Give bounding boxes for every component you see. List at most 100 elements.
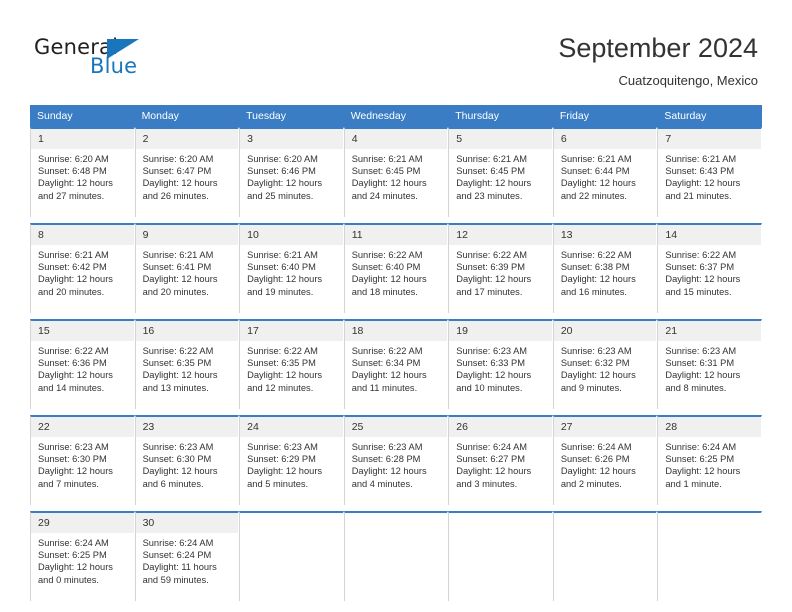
day-info: Sunrise: 6:22 AM Sunset: 6:34 PM Daylight:… bbox=[345, 341, 448, 394]
day-cell[interactable]: 6 Sunrise: 6:21 AM Sunset: 6:44 PM Daylight… bbox=[552, 127, 658, 217]
daylight-text-line2: and 13 minutes. bbox=[142, 382, 209, 393]
daylight-text-line1: Daylight: 12 hours bbox=[38, 370, 113, 381]
calendar-cell: 12 Sunrise: 6:22 AM Sunset: 6:39 PM Dayligh… bbox=[448, 223, 553, 313]
page-title: September 2024 bbox=[558, 33, 758, 63]
day-info: Sunrise: 6:21 AM Sunset: 6:45 PM Daylight:… bbox=[449, 149, 552, 202]
calendar-cell-empty bbox=[657, 511, 762, 601]
sunset-text: Sunset: 6:29 PM bbox=[247, 454, 316, 465]
sunset-text: Sunset: 6:32 PM bbox=[560, 358, 630, 369]
day-info: Sunrise: 6:23 AM Sunset: 6:28 PM Daylight:… bbox=[345, 437, 448, 490]
day-cell[interactable]: 13 Sunrise: 6:22 AM Sunset: 6:38 PM Dayligh… bbox=[552, 223, 658, 313]
daylight-text-line2: and 3 minutes. bbox=[456, 478, 518, 489]
day-info: Sunrise: 6:20 AM Sunset: 6:48 PM Daylight:… bbox=[31, 149, 134, 202]
sunrise-text: Sunrise: 6:21 AM bbox=[560, 154, 632, 164]
calendar-week-row: 8 Sunrise: 6:21 AM Sunset: 6:42 PM Daylight… bbox=[30, 223, 762, 313]
calendar-cell: 26 Sunrise: 6:24 AM Sunset: 6:27 PM Dayligh… bbox=[448, 415, 553, 505]
calendar-cell: 14 Sunrise: 6:22 AM Sunset: 6:37 PM Dayligh… bbox=[657, 223, 762, 313]
sunrise-text: Sunrise: 6:22 AM bbox=[351, 346, 423, 356]
day-number: 25 bbox=[344, 417, 448, 437]
day-info: Sunrise: 6:23 AM Sunset: 6:30 PM Daylight:… bbox=[31, 437, 134, 490]
day-cell[interactable]: 26 Sunrise: 6:24 AM Sunset: 6:27 PM Dayligh… bbox=[448, 415, 553, 505]
day-number: 10 bbox=[240, 225, 343, 245]
day-cell[interactable]: 3 Sunrise: 6:20 AM Sunset: 6:46 PM Daylight… bbox=[239, 127, 344, 217]
calendar-cell: 18 Sunrise: 6:22 AM Sunset: 6:34 PM Dayligh… bbox=[343, 319, 449, 409]
daylight-text-line1: Daylight: 12 hours bbox=[665, 370, 741, 381]
daylight-text-line2: and 25 minutes. bbox=[247, 190, 314, 201]
calendar-cell: 10 Sunrise: 6:21 AM Sunset: 6:40 PM Dayligh… bbox=[239, 223, 344, 313]
daylight-text-line1: Daylight: 12 hours bbox=[456, 178, 532, 189]
calendar-cell: 29 Sunrise: 6:24 AM Sunset: 6:25 PM Dayligh… bbox=[30, 511, 135, 601]
sunset-text: Sunset: 6:43 PM bbox=[665, 166, 735, 177]
sunset-text: Sunset: 6:47 PM bbox=[142, 166, 212, 177]
calendar-body: 1 Sunrise: 6:20 AM Sunset: 6:48 PM Daylight… bbox=[30, 127, 762, 601]
day-cell[interactable]: 17 Sunrise: 6:22 AM Sunset: 6:35 PM Dayligh… bbox=[239, 319, 344, 409]
calendar-cell: 8 Sunrise: 6:21 AM Sunset: 6:42 PM Daylight… bbox=[30, 223, 135, 313]
daylight-text-line2: and 23 minutes. bbox=[456, 190, 523, 201]
day-info: Sunrise: 6:21 AM Sunset: 6:44 PM Daylight:… bbox=[554, 149, 657, 202]
daylight-text-line2: and 14 minutes. bbox=[38, 382, 105, 393]
day-number: 3 bbox=[240, 129, 343, 149]
day-cell[interactable]: 24 Sunrise: 6:23 AM Sunset: 6:29 PM Dayligh… bbox=[239, 415, 344, 505]
day-cell[interactable]: 12 Sunrise: 6:22 AM Sunset: 6:39 PM Dayligh… bbox=[448, 223, 553, 313]
sunrise-text: Sunrise: 6:21 AM bbox=[665, 154, 737, 164]
sunset-text: Sunset: 6:40 PM bbox=[351, 262, 421, 273]
daylight-text-line1: Daylight: 12 hours bbox=[560, 466, 636, 477]
day-cell[interactable]: 25 Sunrise: 6:23 AM Sunset: 6:28 PM Dayligh… bbox=[343, 415, 449, 505]
day-cell[interactable]: 23 Sunrise: 6:23 AM Sunset: 6:30 PM Dayligh… bbox=[134, 415, 240, 505]
day-number: 9 bbox=[135, 225, 239, 245]
daylight-text-line2: and 11 minutes. bbox=[351, 382, 418, 393]
day-cell[interactable]: 15 Sunrise: 6:22 AM Sunset: 6:36 PM Dayligh… bbox=[30, 319, 135, 409]
day-number: 28 bbox=[658, 417, 761, 437]
day-cell[interactable]: 4 Sunrise: 6:21 AM Sunset: 6:45 PM Daylight… bbox=[343, 127, 449, 217]
sunrise-text: Sunrise: 6:23 AM bbox=[665, 346, 737, 356]
sunrise-text: Sunrise: 6:22 AM bbox=[142, 346, 214, 356]
sunset-text: Sunset: 6:41 PM bbox=[142, 262, 212, 273]
day-cell[interactable]: 14 Sunrise: 6:22 AM Sunset: 6:37 PM Dayligh… bbox=[657, 223, 762, 313]
day-cell[interactable]: 2 Sunrise: 6:20 AM Sunset: 6:47 PM Daylight… bbox=[134, 127, 240, 217]
day-cell[interactable]: 19 Sunrise: 6:23 AM Sunset: 6:33 PM Dayligh… bbox=[448, 319, 553, 409]
daylight-text-line1: Daylight: 12 hours bbox=[142, 466, 218, 477]
day-cell[interactable]: 7 Sunrise: 6:21 AM Sunset: 6:43 PM Daylight… bbox=[657, 127, 762, 217]
sunset-text: Sunset: 6:45 PM bbox=[351, 166, 421, 177]
sunrise-text: Sunrise: 6:23 AM bbox=[351, 442, 423, 452]
daylight-text-line1: Daylight: 12 hours bbox=[38, 274, 113, 285]
day-cell[interactable]: 5 Sunrise: 6:21 AM Sunset: 6:45 PM Daylight… bbox=[448, 127, 553, 217]
daylight-text-line1: Daylight: 12 hours bbox=[560, 370, 636, 381]
day-cell[interactable]: 29 Sunrise: 6:24 AM Sunset: 6:25 PM Dayligh… bbox=[30, 511, 135, 601]
calendar-cell: 21 Sunrise: 6:23 AM Sunset: 6:31 PM Dayligh… bbox=[657, 319, 762, 409]
sunrise-text: Sunrise: 6:23 AM bbox=[560, 346, 632, 356]
daylight-text-line2: and 16 minutes. bbox=[560, 286, 627, 297]
day-cell[interactable]: 8 Sunrise: 6:21 AM Sunset: 6:42 PM Daylight… bbox=[30, 223, 135, 313]
day-cell[interactable]: 10 Sunrise: 6:21 AM Sunset: 6:40 PM Dayligh… bbox=[239, 223, 344, 313]
sunset-text: Sunset: 6:31 PM bbox=[665, 358, 735, 369]
daylight-text-line2: and 6 minutes. bbox=[142, 478, 204, 489]
calendar-cell: 20 Sunrise: 6:23 AM Sunset: 6:32 PM Dayligh… bbox=[552, 319, 658, 409]
calendar-cell-empty bbox=[343, 511, 449, 601]
day-info: Sunrise: 6:24 AM Sunset: 6:25 PM Daylight:… bbox=[658, 437, 761, 490]
sunset-text: Sunset: 6:46 PM bbox=[247, 166, 316, 177]
day-cell[interactable]: 28 Sunrise: 6:24 AM Sunset: 6:25 PM Dayligh… bbox=[657, 415, 762, 505]
day-info: Sunrise: 6:22 AM Sunset: 6:39 PM Daylight:… bbox=[449, 245, 552, 298]
daylight-text-line1: Daylight: 12 hours bbox=[665, 178, 741, 189]
daylight-text-line2: and 19 minutes. bbox=[247, 286, 314, 297]
day-cell[interactable]: 20 Sunrise: 6:23 AM Sunset: 6:32 PM Dayligh… bbox=[552, 319, 658, 409]
day-cell[interactable]: 16 Sunrise: 6:22 AM Sunset: 6:35 PM Dayligh… bbox=[134, 319, 240, 409]
day-number: 21 bbox=[658, 321, 761, 341]
day-cell[interactable]: 18 Sunrise: 6:22 AM Sunset: 6:34 PM Dayligh… bbox=[343, 319, 449, 409]
daylight-text-line1: Daylight: 12 hours bbox=[247, 178, 323, 189]
day-cell[interactable]: 1 Sunrise: 6:20 AM Sunset: 6:48 PM Daylight… bbox=[30, 127, 135, 217]
day-cell[interactable]: 30 Sunrise: 6:24 AM Sunset: 6:24 PM Dayligh… bbox=[134, 511, 240, 601]
weekday-header-thursday: Thursday bbox=[448, 105, 553, 127]
calendar-cell: 9 Sunrise: 6:21 AM Sunset: 6:41 PM Daylight… bbox=[134, 223, 240, 313]
day-cell[interactable]: 9 Sunrise: 6:21 AM Sunset: 6:41 PM Daylight… bbox=[134, 223, 240, 313]
day-cell[interactable]: 27 Sunrise: 6:24 AM Sunset: 6:26 PM Dayligh… bbox=[552, 415, 658, 505]
day-number: 2 bbox=[135, 129, 239, 149]
day-cell[interactable]: 22 Sunrise: 6:23 AM Sunset: 6:30 PM Dayligh… bbox=[30, 415, 135, 505]
sunrise-text: Sunrise: 6:22 AM bbox=[247, 346, 318, 356]
calendar-cell: 16 Sunrise: 6:22 AM Sunset: 6:35 PM Dayligh… bbox=[134, 319, 240, 409]
day-cell[interactable]: 21 Sunrise: 6:23 AM Sunset: 6:31 PM Dayligh… bbox=[657, 319, 762, 409]
calendar-cell-empty bbox=[239, 511, 344, 601]
daylight-text-line2: and 18 minutes. bbox=[351, 286, 418, 297]
daylight-text-line2: and 5 minutes. bbox=[247, 478, 309, 489]
day-cell[interactable]: 11 Sunrise: 6:22 AM Sunset: 6:40 PM Dayligh… bbox=[343, 223, 449, 313]
